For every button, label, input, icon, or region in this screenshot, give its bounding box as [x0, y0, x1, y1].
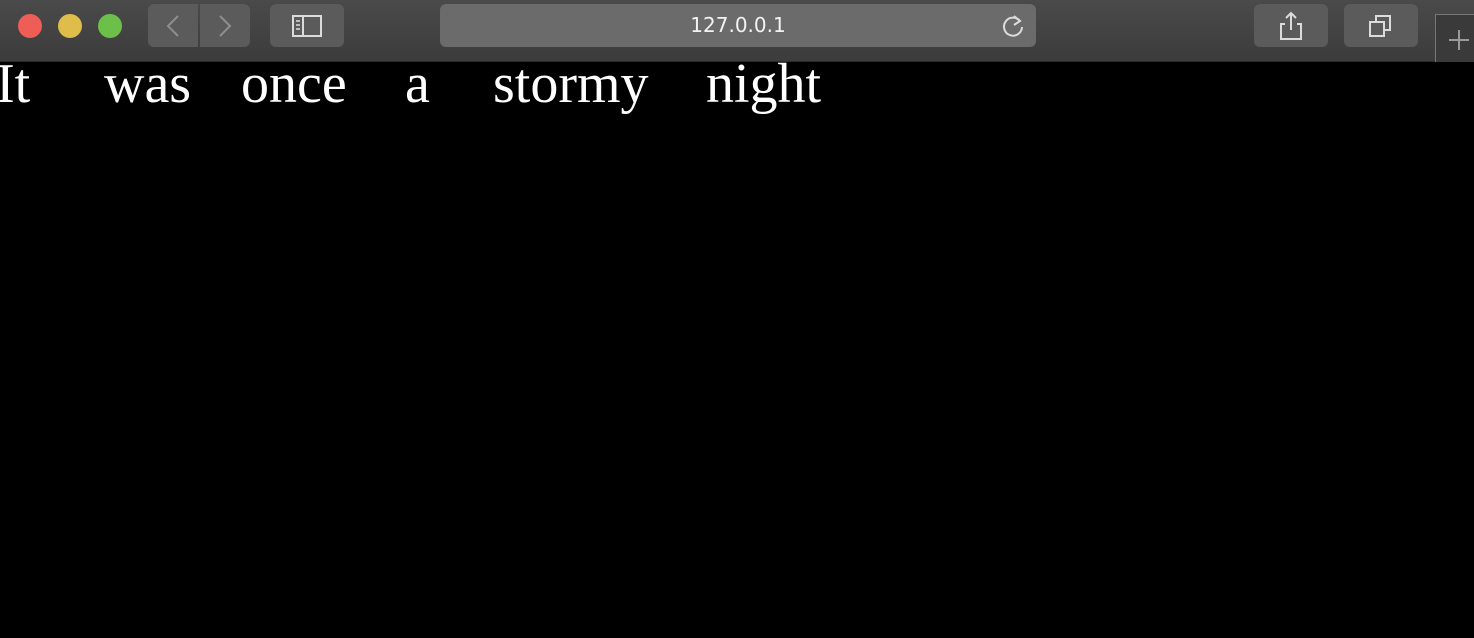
word: once [241, 62, 347, 115]
sidebar-icon [292, 14, 322, 37]
word: stormy [493, 62, 649, 115]
share-icon [1280, 11, 1302, 40]
story-text: It was once a stormy night [0, 62, 1474, 122]
back-button[interactable] [148, 4, 198, 47]
tabs-overview-icon [1369, 14, 1391, 37]
close-window-button[interactable] [18, 14, 42, 38]
browser-toolbar: 127.0.0.1 [0, 0, 1474, 62]
new-tab-button[interactable] [1435, 14, 1474, 62]
page-content: It was once a stormy night [0, 62, 1474, 638]
chevron-left-icon [166, 14, 179, 37]
chevron-right-icon [219, 14, 232, 37]
zoom-window-button[interactable] [98, 14, 122, 38]
sidebar-toggle-button[interactable] [270, 4, 344, 47]
tab-overview-button[interactable] [1344, 4, 1418, 47]
reload-icon[interactable] [1000, 13, 1026, 39]
forward-button[interactable] [200, 4, 250, 47]
word: was [104, 62, 192, 115]
word: It [0, 62, 31, 115]
share-button[interactable] [1254, 4, 1328, 47]
plus-icon [1449, 30, 1469, 50]
address-bar[interactable]: 127.0.0.1 [440, 4, 1036, 47]
browser-window: 127.0.0.1 It was once a stormy night [0, 0, 1474, 638]
word: a [405, 62, 430, 115]
word: night [706, 62, 822, 115]
address-url[interactable]: 127.0.0.1 [440, 4, 1036, 47]
minimize-window-button[interactable] [58, 14, 82, 38]
